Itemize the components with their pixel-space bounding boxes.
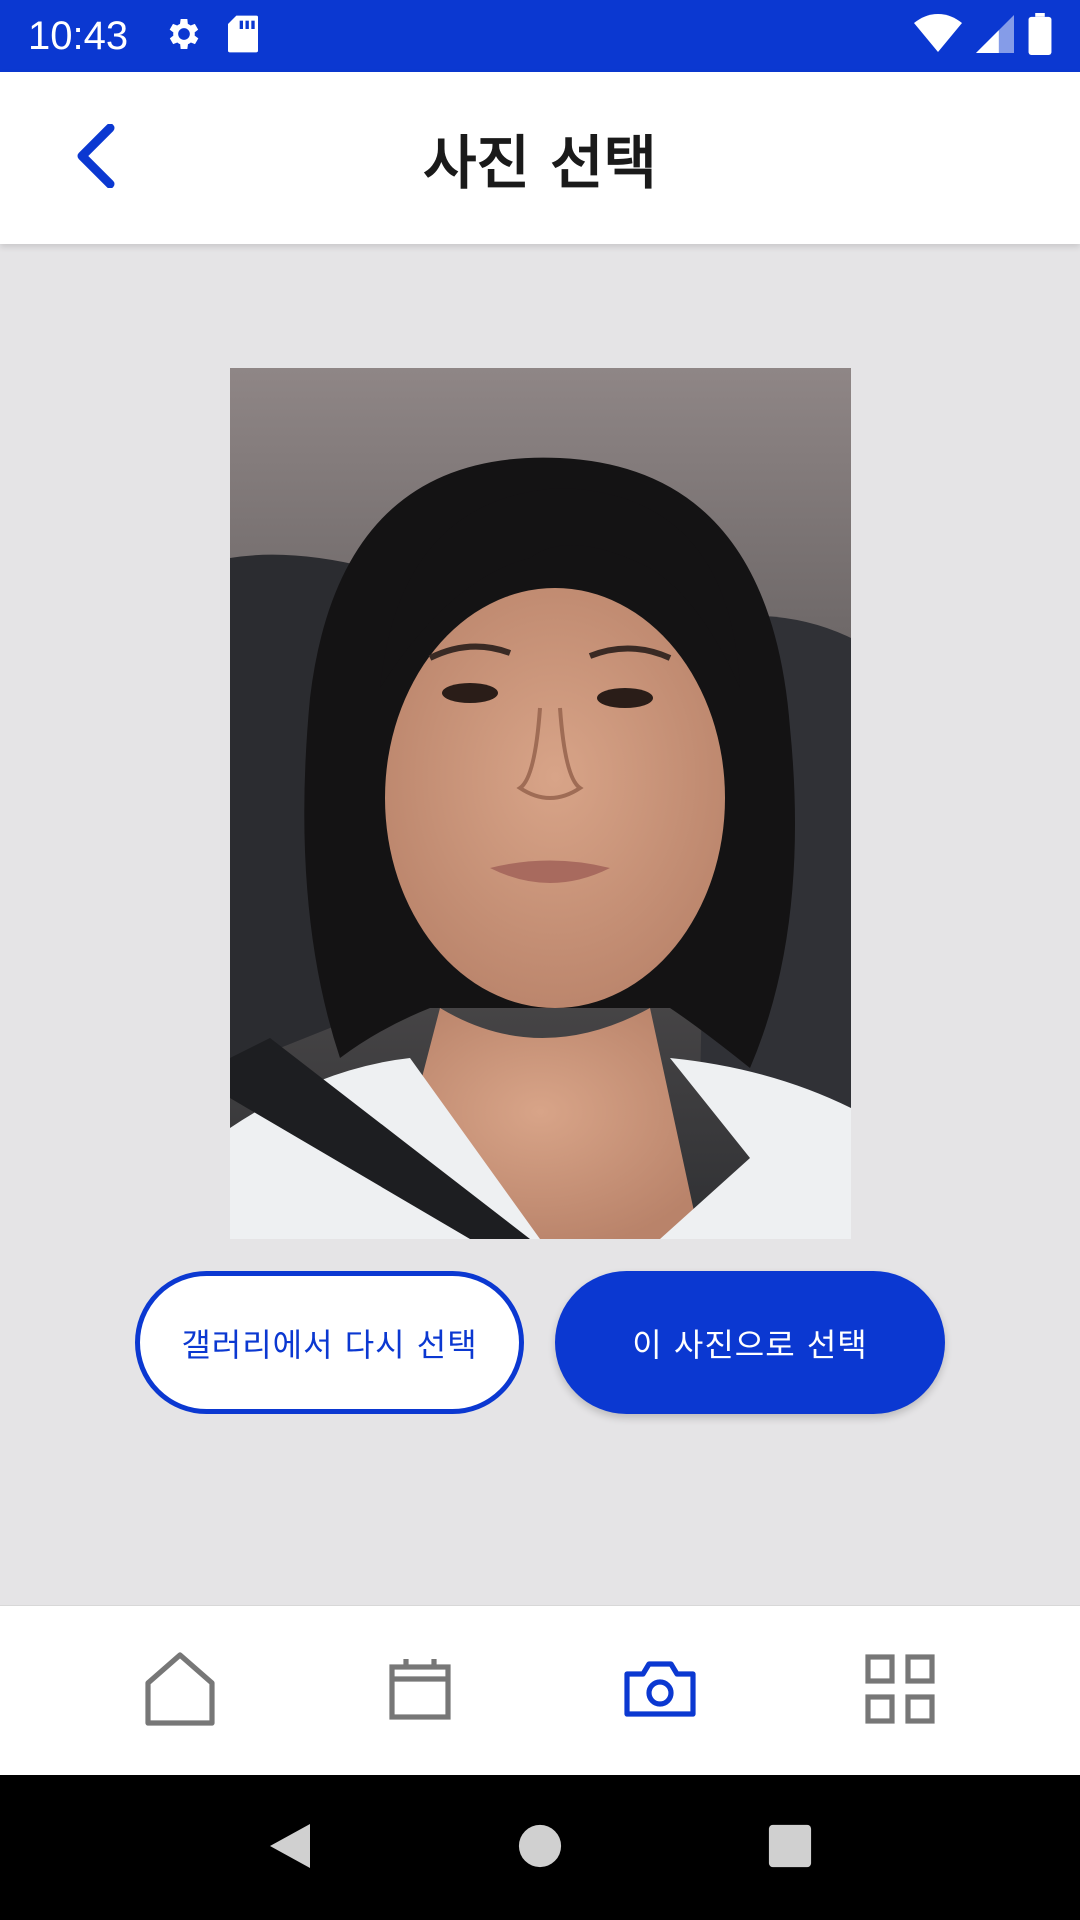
select-this-photo-button[interactable]: 이 사진으로 선택	[555, 1271, 945, 1414]
system-back-button[interactable]	[260, 1818, 320, 1878]
grid-icon	[864, 1653, 936, 1729]
back-button[interactable]	[60, 122, 132, 194]
triangle-back-icon	[266, 1820, 314, 1876]
bottom-nav	[0, 1605, 1080, 1775]
system-nav-bar	[0, 1775, 1080, 1920]
chevron-left-icon	[74, 123, 118, 192]
wifi-icon	[914, 14, 962, 58]
gear-icon	[164, 14, 204, 58]
camera-icon	[623, 1660, 697, 1722]
system-recents-button[interactable]	[760, 1818, 820, 1878]
status-right-icons	[914, 13, 1052, 59]
status-time: 10:43	[28, 13, 129, 58]
system-home-button[interactable]	[510, 1818, 570, 1878]
status-left-icons	[164, 14, 260, 58]
nav-menu[interactable]	[845, 1636, 955, 1746]
select-this-photo-label: 이 사진으로 선택	[632, 1325, 868, 1364]
page-title: 사진 선택	[423, 129, 657, 197]
status-bar: 10:43	[0, 0, 1080, 72]
circle-home-icon	[517, 1823, 563, 1873]
reselect-from-gallery-button[interactable]: 갤러리에서 다시 선택	[135, 1271, 524, 1414]
calendar-icon	[388, 1657, 452, 1725]
signal-icon	[976, 15, 1014, 57]
reselect-from-gallery-label: 갤러리에서 다시 선택	[181, 1325, 478, 1364]
nav-home[interactable]	[125, 1636, 235, 1746]
portrait-image	[230, 368, 851, 1239]
battery-icon	[1028, 13, 1052, 59]
nav-calendar[interactable]	[365, 1636, 475, 1746]
nav-camera[interactable]	[605, 1636, 715, 1746]
app-bar: 사진 선택	[0, 72, 1080, 244]
square-recents-icon	[767, 1823, 813, 1873]
selected-photo	[230, 368, 851, 1239]
sd-card-icon	[226, 14, 260, 58]
home-icon	[144, 1651, 216, 1731]
